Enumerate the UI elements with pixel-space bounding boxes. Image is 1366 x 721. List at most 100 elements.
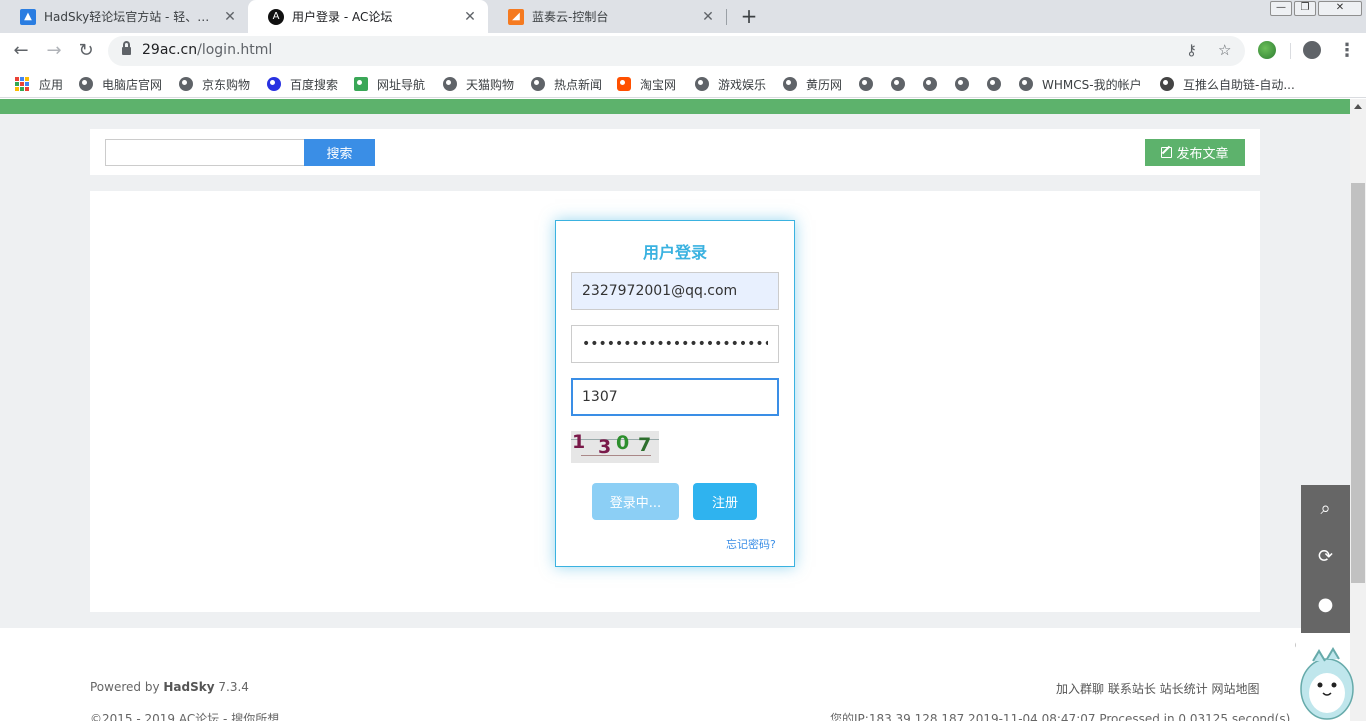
- footer-links[interactable]: 加入群聊 联系站长 站长统计 网站地图: [1056, 680, 1259, 697]
- captcha-input[interactable]: [571, 378, 779, 416]
- tab-lanzou[interactable]: ◢ 蓝奏云-控制台 ✕: [488, 0, 726, 33]
- bookmark-unnamed-2[interactable]: [891, 75, 914, 93]
- close-icon[interactable]: ✕: [462, 9, 478, 25]
- brand-link[interactable]: HadSky: [163, 680, 214, 694]
- globe-icon: [179, 77, 193, 91]
- powered-by: Powered by HadSky 7.3.4: [90, 680, 249, 694]
- tab-title: 用户登录 - AC论坛: [292, 10, 393, 24]
- tab-login[interactable]: A 用户登录 - AC论坛 ✕: [248, 0, 488, 33]
- close-icon[interactable]: ✕: [700, 9, 716, 25]
- globe-icon: [695, 77, 709, 91]
- bookmark-nav[interactable]: 网址导航: [354, 75, 425, 93]
- footer: Powered by HadSky 7.3.4 加入群聊 联系站长 站长统计 网…: [0, 628, 1350, 721]
- baidu-paw-icon: [267, 77, 281, 91]
- back-arrow-icon[interactable]: ←: [9, 39, 33, 63]
- bookmark-taobao[interactable]: 淘宝网: [617, 75, 676, 93]
- globe-icon: [859, 77, 873, 91]
- forward-arrow-icon[interactable]: →: [42, 39, 66, 63]
- browser-toolbar: ← → ↻ 29ac.cn/login.html ⚷ ☆ ⋮: [0, 33, 1366, 69]
- url-text[interactable]: 29ac.cn/login.html: [142, 42, 272, 58]
- close-icon[interactable]: ✕: [222, 9, 238, 25]
- globe-icon: [1019, 77, 1033, 91]
- profile-avatar-icon[interactable]: [1303, 41, 1321, 59]
- key-icon[interactable]: ⚷: [1186, 41, 1197, 59]
- globe-icon: [923, 77, 937, 91]
- bookmark-jd[interactable]: 京东购物: [179, 75, 250, 93]
- qq-penguin-icon[interactable]: ●: [1301, 581, 1350, 627]
- bookmark-unnamed-3[interactable]: [923, 75, 946, 93]
- edit-icon: [1161, 147, 1173, 158]
- publish-article-button[interactable]: 发布文章: [1145, 139, 1245, 166]
- tab-title: 蓝奏云-控制台: [532, 10, 609, 24]
- hadsky-icon: ▲: [20, 8, 36, 25]
- globe-icon: [955, 77, 969, 91]
- login-form: 用户登录 1 3 0 7 登录中... 注册 忘记密码?: [555, 220, 795, 567]
- search-icon[interactable]: ⌕: [1301, 485, 1350, 531]
- bookmark-tmall[interactable]: 天猫购物: [443, 75, 514, 93]
- bookmark-unnamed-4[interactable]: [955, 75, 978, 93]
- scroll-thumb[interactable]: [1351, 183, 1365, 583]
- captcha-char: 0: [616, 432, 630, 454]
- forgot-password-link[interactable]: 忘记密码?: [726, 536, 776, 552]
- captcha-char: 1: [572, 431, 586, 453]
- extension-icon[interactable]: [1258, 41, 1276, 59]
- ac-logo-icon: A: [268, 8, 284, 25]
- apps-grid-icon: [15, 77, 29, 91]
- password-field[interactable]: [571, 325, 779, 363]
- bookmark-hutui[interactable]: 互推么自助链-自动...: [1160, 75, 1295, 93]
- main-panel: 用户登录 1 3 0 7 登录中... 注册 忘记密码?: [90, 191, 1260, 612]
- minimize-window-icon[interactable]: —: [1270, 1, 1292, 16]
- search-input[interactable]: [105, 139, 305, 166]
- browser-titlebar: ▲ HadSky轻论坛官方站 - 轻、快、 ✕ A 用户登录 - AC论坛 ✕ …: [0, 0, 1366, 33]
- bookmark-huangli[interactable]: 黄历网: [783, 75, 842, 93]
- lanzou-icon: ◢: [508, 8, 524, 25]
- toolbar-divider: [1290, 43, 1291, 59]
- login-title: 用户登录: [642, 243, 707, 262]
- restore-window-icon[interactable]: ❐: [1294, 1, 1316, 16]
- lock-icon[interactable]: [122, 41, 131, 56]
- globe-icon: [783, 77, 797, 91]
- tab-title: HadSky轻论坛官方站 - 轻、快、: [44, 10, 216, 24]
- captcha-char: 3: [598, 436, 612, 458]
- tab-divider: [726, 9, 727, 25]
- hutui-icon: [1160, 77, 1174, 91]
- bookmark-unnamed-5[interactable]: [987, 75, 1010, 93]
- globe-icon: [891, 77, 905, 91]
- menu-kebab-icon[interactable]: ⋮: [1338, 40, 1356, 61]
- globe-icon: [79, 77, 93, 91]
- home-nav-icon: [354, 77, 368, 91]
- mascot-image[interactable]: [1295, 633, 1359, 721]
- search-button[interactable]: 搜索: [304, 139, 375, 166]
- login-button[interactable]: 登录中...: [592, 483, 679, 520]
- bookmark-apps[interactable]: 应用: [15, 75, 63, 93]
- bookmark-whmcs[interactable]: WHMCS-我的帐户: [1019, 75, 1142, 93]
- bookmark-baidu[interactable]: 百度搜索: [267, 75, 338, 93]
- globe-icon: [443, 77, 457, 91]
- new-tab-button[interactable]: +: [737, 4, 761, 28]
- captcha-image[interactable]: 1 3 0 7: [571, 431, 659, 463]
- page-scrollbar[interactable]: [1350, 99, 1366, 721]
- floating-tools: ⌕ ⟳ ●: [1301, 485, 1350, 633]
- bookmark-games[interactable]: 游戏娱乐: [695, 75, 766, 93]
- globe-icon: [531, 77, 545, 91]
- taobao-icon: [617, 77, 631, 91]
- page-content: 搜索 发布文章 用户登录 1 3 0 7 登录中... 注册 忘记密码? Pow…: [0, 99, 1350, 721]
- register-button[interactable]: 注册: [693, 483, 757, 520]
- address-bar[interactable]: 29ac.cn/login.html ⚷ ☆: [108, 36, 1245, 66]
- scroll-up-arrow-icon[interactable]: [1354, 104, 1362, 109]
- bookmark-diannaodian[interactable]: 电脑店官网: [79, 75, 162, 93]
- tab-hadsky[interactable]: ▲ HadSky轻论坛官方站 - 轻、快、 ✕: [0, 0, 248, 33]
- close-window-icon[interactable]: ✕: [1318, 1, 1362, 16]
- bookmark-unnamed-1[interactable]: [859, 75, 882, 93]
- email-field[interactable]: [571, 272, 779, 310]
- reload-icon[interactable]: ↻: [74, 39, 98, 63]
- search-panel: 搜索 发布文章: [90, 129, 1260, 175]
- refresh-icon[interactable]: ⟳: [1301, 533, 1350, 579]
- bookmarks-bar: 应用 电脑店官网 京东购物 百度搜索 网址导航 天猫购物 热点新闻 淘宝网 游戏…: [0, 69, 1366, 98]
- captcha-char: 7: [638, 434, 652, 456]
- top-accent-bar: [0, 99, 1350, 114]
- copyright: ©2015 - 2019 AC论坛 - 搜你所想: [90, 712, 280, 721]
- globe-icon: [987, 77, 1001, 91]
- bookmark-news[interactable]: 热点新闻: [531, 75, 602, 93]
- star-bookmark-icon[interactable]: ☆: [1218, 41, 1231, 59]
